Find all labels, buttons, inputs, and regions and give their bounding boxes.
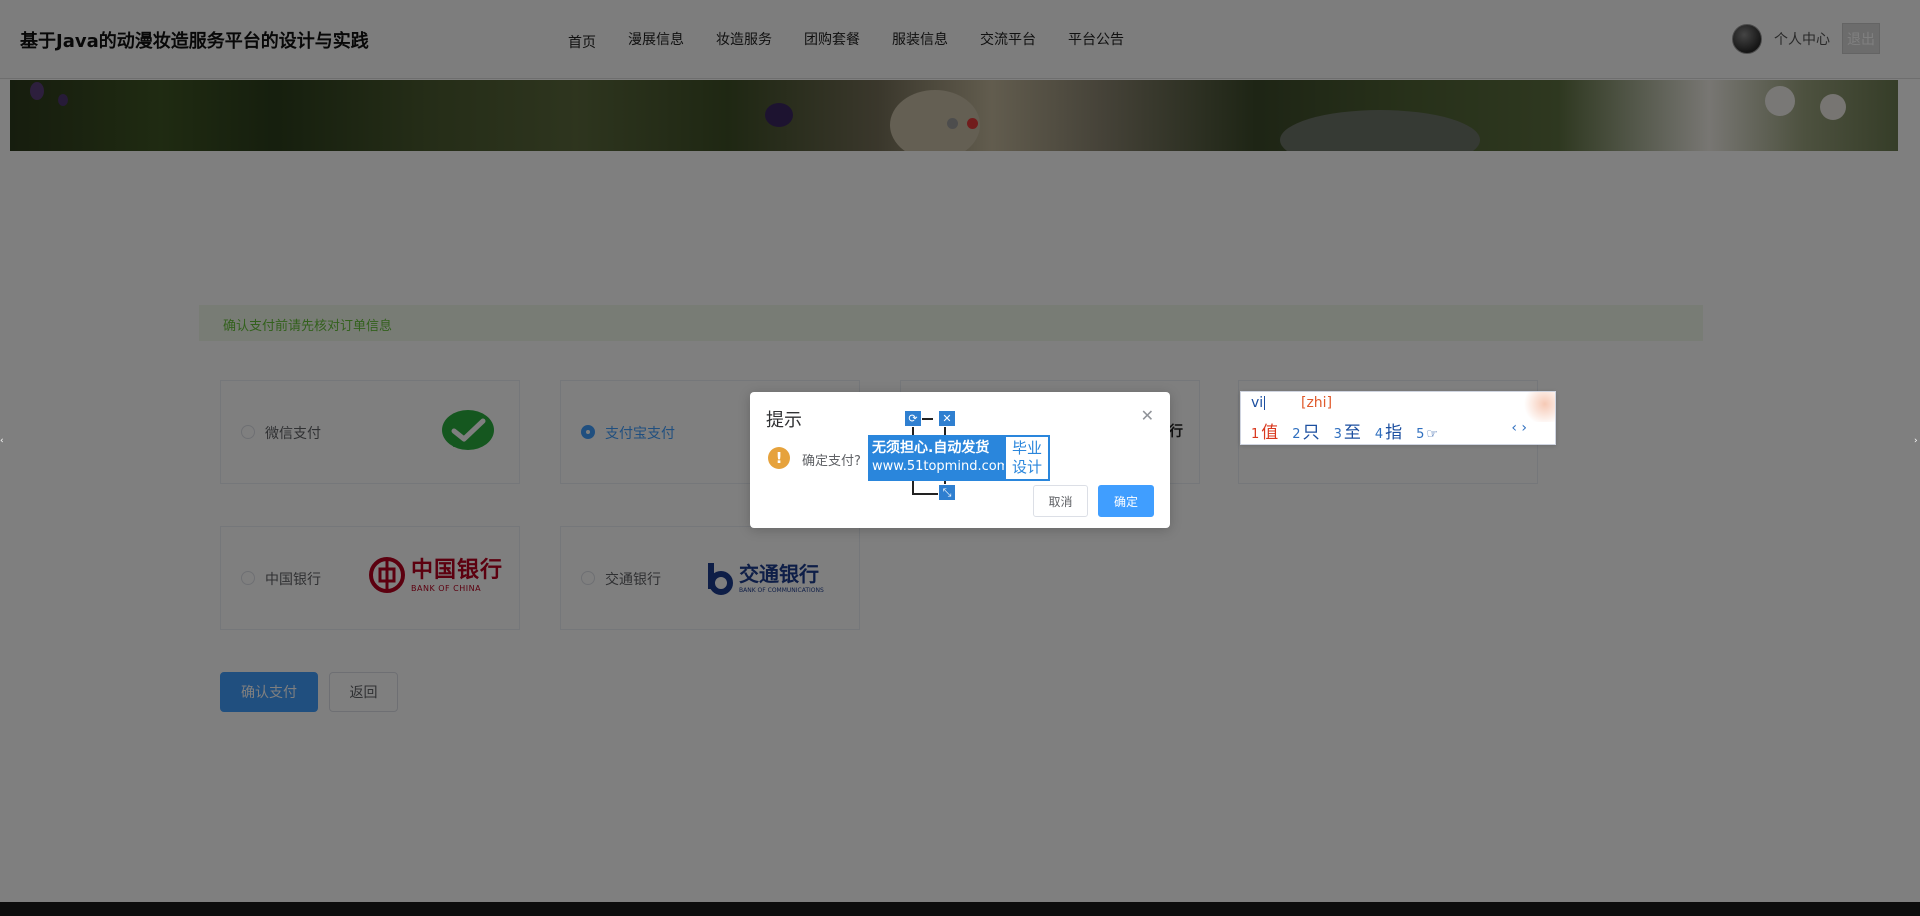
watermark-side-line2: 设计 [1011,458,1042,476]
ime-candidate[interactable]: 2只 [1292,418,1319,443]
ime-composition: vi [1251,395,1266,411]
ime-candidate-window: vi [zhi] 1值 2只 3至 4指 5 ☞ ‹ › [1240,391,1556,445]
resize-icon[interactable]: ⤡ [938,484,956,501]
ime-candidate[interactable]: 3至 [1334,418,1361,443]
watermark-ad: ⟳ ✕ ⤡ 无须担心.自动发货 www.51topmind.com 毕业 设计 [868,410,1052,502]
left-edge-arrow-icon: ‹ [0,436,4,446]
close-icon[interactable]: ✕ [938,410,956,427]
dialog-ok-button[interactable]: 确定 [1098,485,1154,517]
ime-candidate[interactable]: 5 ☞ [1416,423,1438,442]
ime-skin-decoration [1521,392,1555,422]
watermark-line1: 无须担心.自动发货 [872,440,990,456]
ime-candidates: 1值 2只 3至 4指 5 ☞ [1251,418,1452,443]
ime-candidate[interactable]: 1值 [1251,418,1278,443]
ime-pinyin-hint: [zhi] [1301,395,1333,411]
close-icon[interactable]: ✕ [1141,406,1154,425]
dialog-message: 确定支付? [802,454,861,469]
watermark-line2: www.51topmind.com [872,459,1010,474]
dialog-title: 提示 [766,410,802,431]
watermark-main: 无须担心.自动发货 www.51topmind.com [868,435,1010,481]
ime-page-arrows-icon[interactable]: ‹ › [1511,420,1527,436]
watermark-side-line1: 毕业 [1011,439,1042,457]
watermark-side: 毕业 设计 [1004,435,1050,481]
refresh-icon[interactable]: ⟳ [904,410,922,427]
ime-candidate[interactable]: 4指 [1375,418,1402,443]
right-edge-arrow-icon: › [1914,436,1918,446]
warning-icon: ! [768,447,790,469]
